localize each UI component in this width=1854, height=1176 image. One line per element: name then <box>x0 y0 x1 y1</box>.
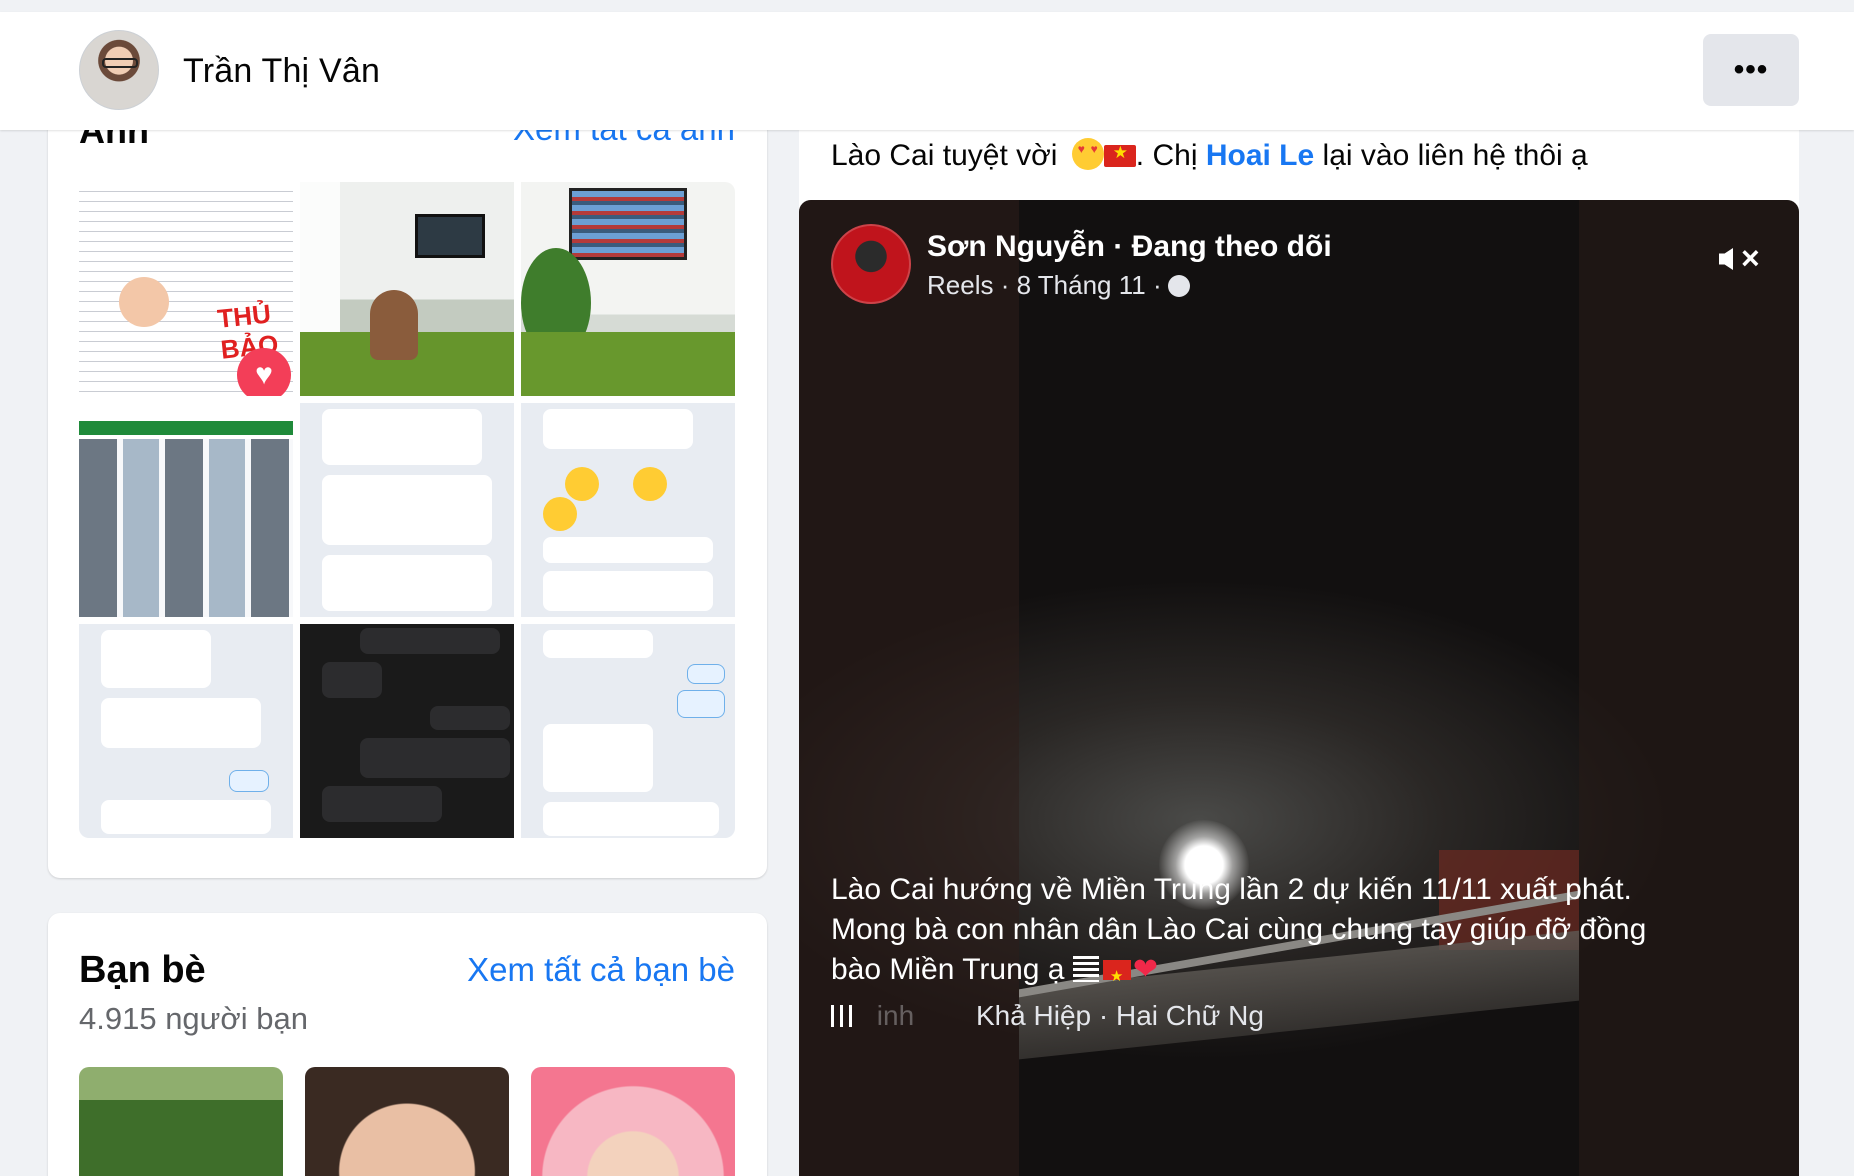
emoji-icon <box>543 497 577 531</box>
post-text: Lào Cai tuyệt vời . Chị Hoai Le lại vào … <box>831 138 1588 173</box>
author-avatar[interactable] <box>831 224 911 304</box>
photo-thumbnail[interactable] <box>521 403 735 617</box>
friend-photo[interactable] <box>305 1067 509 1176</box>
see-all-friends-link[interactable]: Xem tất cả bạn bè <box>467 951 735 989</box>
friend-photo[interactable] <box>79 1067 283 1176</box>
photo-thumbnail[interactable] <box>521 624 735 838</box>
photo-thumbnail[interactable]: THỦ BẢO ♥ <box>79 182 293 396</box>
photo-thumbnail[interactable] <box>300 403 514 617</box>
profile-name[interactable]: Trần Thị Vân <box>183 52 380 91</box>
video-meta: Reels · 8 Tháng 11 · <box>927 270 1190 301</box>
photos-card: Ảnh Xem tất cả ảnh THỦ BẢO ♥ <box>48 70 767 878</box>
more-icon: ••• <box>1733 53 1769 86</box>
mention-link[interactable]: Hoai Le <box>1206 139 1314 172</box>
emoji-icon <box>565 467 599 501</box>
profile-avatar[interactable] <box>79 30 159 110</box>
post-card: Lào Cai tuyệt vời . Chị Hoai Le lại vào … <box>799 70 1799 1176</box>
friends-count: 4.915 người bạn <box>79 1001 308 1036</box>
emoji-icon <box>633 467 667 501</box>
heart-eyes-emoji-icon <box>1071 138 1104 170</box>
photo-grid: THỦ BẢO ♥ <box>79 182 735 838</box>
photo-thumbnail[interactable] <box>79 624 293 838</box>
friends-card: Bạn bè Xem tất cả bạn bè 4.915 người bạn <box>48 913 767 1176</box>
audio-track[interactable]: inh Khả Hiệp · Hai Chữ Ng <box>831 1000 1264 1032</box>
audio-wave-icon <box>831 1005 853 1027</box>
more-button[interactable]: ••• <box>1703 34 1799 106</box>
photo-thumbnail[interactable] <box>300 624 514 838</box>
mute-icon[interactable]: × <box>1719 238 1765 282</box>
photo-thumbnail[interactable] <box>300 182 514 396</box>
video-caption: Lào Cai hướng về Miền Trung lần 2 dự kiế… <box>831 870 1661 997</box>
photo-thumbnail[interactable] <box>79 403 293 617</box>
profile-header: Trần Thị Vân ••• <box>0 12 1854 130</box>
top-strip <box>0 0 1854 12</box>
friends-title: Bạn bè <box>79 949 206 991</box>
photo-thumbnail[interactable] <box>521 182 735 396</box>
heart-icon: ♥ <box>237 348 291 396</box>
bars-emoji-icon <box>1072 956 1099 982</box>
red-heart-icon: ❤ <box>1132 953 1158 986</box>
reel-video[interactable]: Sơn Nguyễn · Đang theo dõi Reels · 8 Thá… <box>799 200 1799 1176</box>
globe-icon <box>1167 275 1190 297</box>
vietnam-flag-icon <box>1103 143 1136 167</box>
friend-photo[interactable] <box>531 1067 735 1176</box>
video-author[interactable]: Sơn Nguyễn · Đang theo dõi <box>927 230 1332 264</box>
vietnam-flag-icon <box>1102 957 1131 997</box>
